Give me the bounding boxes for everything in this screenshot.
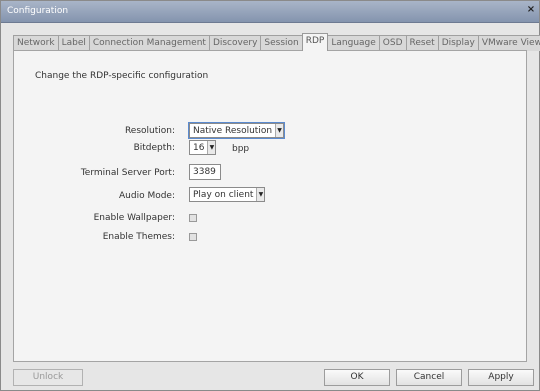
resolution-select[interactable]: Native Resolution ▼ [187, 122, 286, 139]
tab-language[interactable]: Language [327, 35, 380, 51]
audio-mode-select[interactable]: Play on client ▼ [189, 187, 266, 202]
tab-display[interactable]: Display [437, 35, 479, 51]
resolution-value: Native Resolution [193, 125, 273, 136]
unlock-button[interactable]: Unlock [13, 369, 83, 386]
themes-label: Enable Themes: [102, 232, 175, 242]
title-bar[interactable]: Configuration × [1, 1, 539, 23]
tab-discovery[interactable]: Discovery [208, 35, 262, 51]
ok-button[interactable]: OK [324, 369, 390, 386]
rdp-settings-panel: Change the RDP-specific configuration Re… [13, 50, 527, 362]
configuration-window: Configuration × Network Label Connection… [0, 0, 540, 391]
resolution-label: Resolution: [124, 126, 175, 136]
window-title: Configuration [7, 6, 69, 16]
wallpaper-label: Enable Wallpaper: [93, 213, 175, 223]
port-input[interactable] [189, 164, 221, 180]
chevron-down-icon: ▼ [207, 141, 216, 154]
port-label: Terminal Server Port: [80, 168, 175, 178]
cancel-button[interactable]: Cancel [396, 369, 462, 386]
audio-mode-value: Play on client [193, 189, 254, 200]
bitdepth-value: 16 [193, 142, 205, 153]
tab-session[interactable]: Session [260, 35, 303, 51]
tab-connection-management[interactable]: Connection Management [88, 35, 210, 51]
bitdepth-unit: bpp [232, 144, 250, 154]
audio-mode-label: Audio Mode: [119, 191, 175, 201]
wallpaper-checkbox[interactable] [189, 214, 197, 222]
bitdepth-label: Bitdepth: [133, 143, 175, 153]
tab-osd[interactable]: OSD [378, 35, 407, 51]
bitdepth-select[interactable]: 16 ▼ [189, 140, 217, 155]
tab-label[interactable]: Label [57, 35, 90, 51]
close-icon[interactable]: × [525, 5, 537, 17]
themes-checkbox[interactable] [189, 233, 197, 241]
apply-button[interactable]: Apply [468, 369, 534, 386]
chevron-down-icon: ▼ [256, 188, 265, 201]
tab-bar: Network Label Connection Management Disc… [13, 33, 540, 51]
panel-description: Change the RDP-specific configuration [35, 71, 209, 81]
tab-rdp[interactable]: RDP [301, 33, 329, 51]
tab-vmware-view[interactable]: VMware View [477, 35, 540, 51]
tab-reset[interactable]: Reset [405, 35, 439, 51]
chevron-down-icon: ▼ [275, 124, 284, 137]
tab-network[interactable]: Network [13, 35, 59, 51]
